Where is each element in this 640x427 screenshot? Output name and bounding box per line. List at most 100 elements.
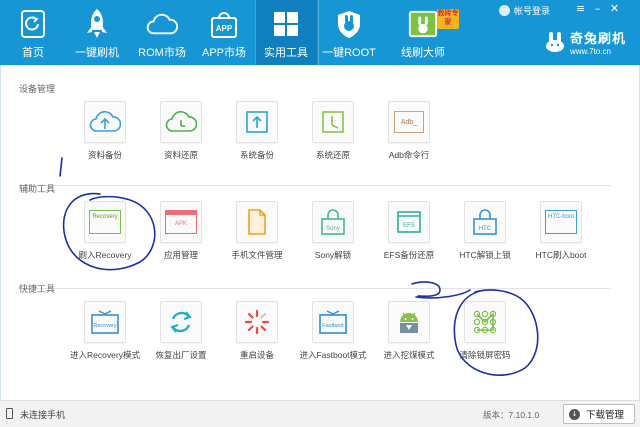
recovery-flash-icon: Recovery — [84, 201, 126, 243]
phone-icon — [6, 408, 13, 419]
htc-lock-icon: HTC — [464, 201, 506, 243]
tool-label: 系统备份 — [239, 150, 274, 160]
cloud-icon — [146, 8, 178, 40]
tool-clear-lock-screen-password[interactable]: 清除锁屏密码 — [445, 301, 525, 361]
shield-rabbit-icon — [333, 8, 365, 40]
tool-enter-recovery-mode[interactable]: Recovery 进入Recovery模式 — [65, 301, 145, 361]
nav-label: 一键ROOT — [322, 47, 376, 59]
tool-flash-recovery[interactable]: Recovery 刷入Recovery — [65, 201, 145, 261]
app-bag-icon: APP — [208, 8, 240, 40]
tool-label: 清除锁屏密码 — [459, 350, 511, 360]
nav-label: 实用工具 — [264, 47, 308, 59]
recovery-mode-icon: Recovery — [84, 301, 126, 343]
brand-logo: 奇兔刷机 www.7to.cn — [544, 28, 626, 56]
htc-boot-icon: HTC-boot — [540, 201, 582, 243]
divider — [19, 288, 611, 289]
nav-label: ROM市场 — [138, 47, 186, 59]
device-status-text: 未连接手机 — [20, 410, 66, 420]
nav-item-utilities[interactable]: 实用工具 — [255, 0, 319, 65]
svg-text:Recovery: Recovery — [93, 323, 116, 329]
fastboot-icon: Fastboot — [312, 301, 354, 343]
utilities-panel: 设备管理 资料备份 资料还原 系统备份 系统还原 Adb_ Adb命令行 辅助工… — [0, 65, 640, 400]
adb-icon: Adb_ — [388, 101, 430, 143]
tool-label: EFS备份还原 — [383, 250, 435, 260]
svg-text:HTC: HTC — [479, 226, 492, 232]
tool-label: 资料还原 — [163, 150, 198, 160]
tool-data-restore[interactable]: 资料还原 — [141, 101, 221, 161]
minimize-icon[interactable]: – — [589, 2, 606, 16]
rabbit-master-icon — [407, 8, 439, 40]
rocket-icon — [81, 8, 113, 40]
nav-label: APP市场 — [201, 47, 246, 59]
tool-label: 资料备份 — [87, 150, 122, 160]
tool-label: HTC解锁上锁 — [459, 250, 511, 260]
download-icon: ↓ — [569, 408, 580, 420]
account-label: 帐号登录 — [514, 6, 551, 16]
tool-factory-reset[interactable]: 恢复出厂设置 — [141, 301, 221, 361]
tool-label: 重启设备 — [239, 350, 274, 360]
nav-item-one-click-flash[interactable]: 一键刷机 — [66, 0, 128, 65]
status-bar: 未连接手机 版本：7.10.1.0 ↓ 下载管理 — [0, 400, 640, 427]
factory-reset-icon — [160, 301, 202, 343]
grid-icon — [270, 8, 302, 40]
tool-label: 应用管理 — [163, 250, 198, 260]
nav-item-one-click-root[interactable]: 一键ROOT — [318, 0, 380, 65]
download-manager-button[interactable]: ↓ 下载管理 — [563, 404, 635, 424]
tool-enter-fastboot-mode[interactable]: Fastboot 进入Fastboot模式 — [293, 301, 373, 361]
tool-sony-unlock[interactable]: Sony Sony解锁 — [293, 201, 373, 261]
tool-label: Sony解锁 — [314, 250, 352, 260]
download-manager-label: 下载管理 — [586, 410, 625, 421]
nav-item-home[interactable]: 首页 — [2, 0, 64, 65]
nav-item-app-market[interactable]: APP APP市场 — [193, 0, 255, 65]
window-controls: ≡ – ✕ — [572, 2, 623, 16]
brand-name: 奇兔刷机 — [570, 31, 627, 46]
tool-enter-download-mode[interactable]: 进入挖煤模式 — [369, 301, 449, 361]
tool-system-backup[interactable]: 系统备份 — [217, 101, 297, 161]
svg-text:Fastboot: Fastboot — [322, 323, 344, 329]
menu-icon[interactable]: ≡ — [572, 2, 589, 16]
restore-box-icon — [312, 101, 354, 143]
tool-label: 进入Recovery模式 — [70, 350, 140, 360]
tool-label: Adb命令行 — [388, 150, 430, 160]
apk-icon: APK — [160, 201, 202, 243]
tool-htc-lock-unlock[interactable]: HTC HTC解锁上锁 — [445, 201, 525, 261]
rabbit-logo-icon — [546, 32, 564, 52]
divider — [19, 185, 611, 186]
tool-label: 刷入Recovery — [78, 250, 132, 260]
account-login-link[interactable]: 帐号登录 — [499, 4, 550, 17]
section-title-quick: 快捷工具 — [19, 284, 56, 294]
upload-box-icon — [236, 101, 278, 143]
tool-system-restore[interactable]: 系统还原 — [293, 101, 373, 161]
file-icon — [236, 201, 278, 243]
tool-label: 手机文件管理 — [231, 250, 283, 260]
section-title-device: 设备管理 — [19, 84, 56, 94]
cloud-clock-icon — [160, 101, 202, 143]
svg-text:APP: APP — [216, 24, 233, 33]
tool-data-backup[interactable]: 资料备份 — [65, 101, 145, 161]
tool-label: HTC刷入boot — [535, 250, 587, 260]
nav-item-rom-market[interactable]: ROM市场 — [131, 0, 193, 65]
home-icon — [17, 8, 49, 40]
tool-label: 系统还原 — [315, 150, 350, 160]
tool-reboot-device[interactable]: 重启设备 — [217, 301, 297, 361]
close-icon[interactable]: ✕ — [606, 2, 623, 16]
tool-label: 进入挖煤模式 — [383, 350, 435, 360]
version-text: 版本：7.10.1.0 — [483, 410, 540, 420]
tool-file-manager[interactable]: 手机文件管理 — [217, 201, 297, 261]
svg-text:EFS: EFS — [403, 223, 415, 229]
tool-htc-flash-boot[interactable]: HTC-boot HTC刷入boot — [521, 201, 601, 261]
cloud-upload-icon — [84, 101, 126, 143]
tool-app-manager[interactable]: APK 应用管理 — [141, 201, 221, 261]
tool-label: 进入Fastboot模式 — [299, 350, 367, 360]
nav-label: 线刷大师 — [401, 47, 445, 59]
nav-label: 首页 — [22, 47, 44, 59]
tool-efs-backup-restore[interactable]: EFS EFS备份还原 — [369, 201, 449, 261]
pattern-lock-icon — [464, 301, 506, 343]
efs-icon: EFS — [388, 201, 430, 243]
tool-label: 恢复出厂设置 — [155, 350, 207, 360]
tool-adb-command[interactable]: Adb_ Adb命令行 — [369, 101, 449, 161]
top-nav-bar: 首页 一键刷机 ROM市场 APP APP市场 实用工具 一键ROOT 线刷大师… — [0, 0, 640, 65]
android-icon — [388, 301, 430, 343]
user-avatar-icon — [499, 5, 510, 16]
section-title-assist: 辅助工具 — [19, 184, 56, 194]
